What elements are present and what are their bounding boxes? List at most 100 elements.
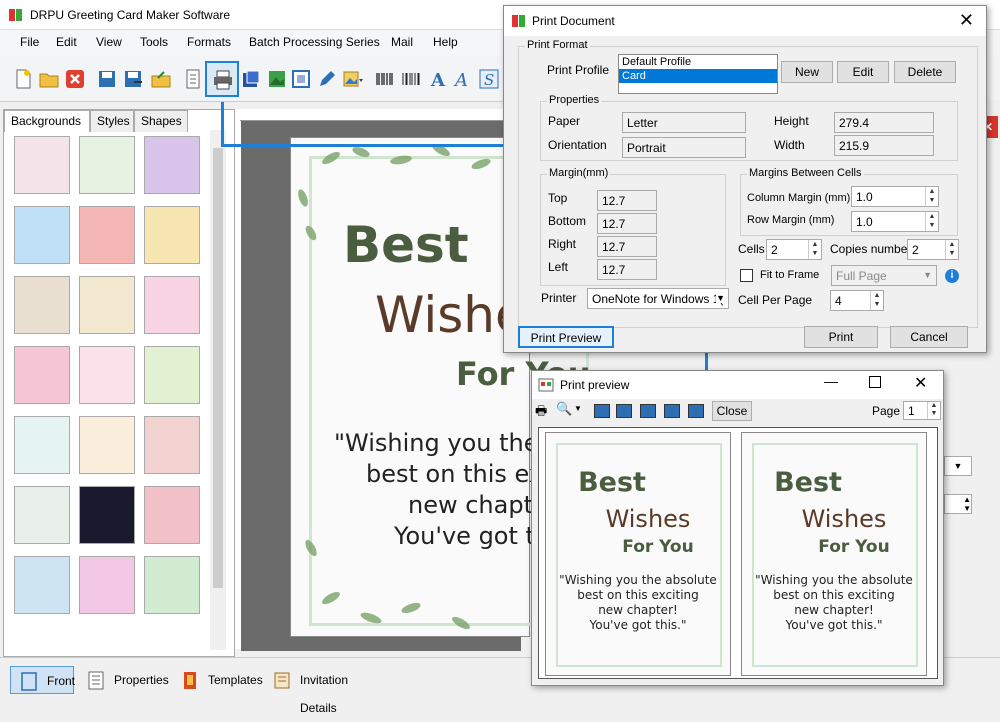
- spinner-arrows-icon[interactable]: ▲ ▼: [925, 212, 938, 231]
- tab-front[interactable]: Front: [10, 666, 75, 694]
- menu-help[interactable]: Help: [433, 35, 458, 49]
- save-icon[interactable]: [96, 68, 118, 90]
- info-icon[interactable]: i: [945, 269, 959, 283]
- background-thumbnail[interactable]: [14, 556, 70, 614]
- menu-mail[interactable]: Mail: [391, 35, 413, 49]
- background-thumbnail[interactable]: [79, 556, 135, 614]
- background-thumbnail[interactable]: [79, 346, 135, 404]
- spinner-arrows-icon[interactable]: ▲ ▼: [808, 240, 821, 259]
- menu-batch-processing[interactable]: Batch Processing Series: [249, 35, 380, 49]
- top-margin-field[interactable]: 12.7: [597, 190, 657, 211]
- tab-backgrounds[interactable]: Backgrounds: [4, 110, 90, 132]
- picture-frame-icon[interactable]: [290, 68, 312, 90]
- background-thumbnail[interactable]: [144, 346, 200, 404]
- background-thumbnail[interactable]: [79, 136, 135, 194]
- close-icon[interactable]: ✕: [914, 373, 927, 393]
- tab-shapes[interactable]: Shapes: [134, 110, 188, 132]
- menu-file[interactable]: File: [20, 35, 39, 49]
- pen-icon[interactable]: [316, 68, 338, 90]
- chevron-down-icon[interactable]: ▼: [574, 404, 582, 413]
- profile-item[interactable]: Default Profile: [619, 55, 777, 69]
- close-icon[interactable]: ✕: [959, 10, 974, 31]
- tab-invitation-details[interactable]: Invitation Details: [264, 666, 388, 715]
- close-icon[interactable]: [64, 68, 86, 90]
- copies-number-spinner[interactable]: 2 ▲ ▼: [907, 239, 959, 260]
- tab-styles[interactable]: Styles: [90, 110, 134, 132]
- bottom-margin-field[interactable]: 12.7: [597, 213, 657, 234]
- orientation-field[interactable]: Portrait: [622, 137, 746, 158]
- cancel-button[interactable]: Cancel: [890, 326, 968, 348]
- print-button[interactable]: Print: [804, 326, 878, 348]
- edit-profile-button[interactable]: Edit: [837, 61, 889, 83]
- left-margin-field[interactable]: 12.7: [597, 259, 657, 280]
- background-thumbnail[interactable]: [144, 556, 200, 614]
- export-icon[interactable]: [150, 68, 172, 90]
- background-thumbnail[interactable]: [144, 486, 200, 544]
- spinner-arrows-icon[interactable]: ▲ ▼: [927, 402, 940, 419]
- background-thumbnail[interactable]: [14, 486, 70, 544]
- background-thumbnail[interactable]: [144, 206, 200, 264]
- preview-close-button[interactable]: Close: [712, 401, 752, 421]
- fit-to-frame-checkbox[interactable]: [740, 269, 753, 282]
- background-thumbnail[interactable]: [144, 416, 200, 474]
- minimize-icon[interactable]: —: [824, 373, 838, 389]
- new-profile-button[interactable]: New: [781, 61, 833, 83]
- tab-properties[interactable]: Properties: [78, 666, 170, 694]
- image-icon[interactable]: [266, 68, 288, 90]
- delete-profile-button[interactable]: Delete: [894, 61, 956, 83]
- batch-print-icon[interactable]: [240, 68, 262, 90]
- background-thumbnail[interactable]: [144, 276, 200, 334]
- left-panel-scrollbar[interactable]: [210, 130, 226, 650]
- four-pages-icon[interactable]: [664, 404, 680, 418]
- row-margin-spinner[interactable]: 1.0 ▲ ▼: [851, 211, 939, 232]
- profile-item-selected[interactable]: Card: [619, 69, 777, 83]
- background-thumbnail[interactable]: [14, 276, 70, 334]
- full-page-select[interactable]: Full Page ▼: [831, 265, 937, 286]
- chevron-down-icon[interactable]: ▼: [944, 456, 972, 476]
- background-thumbnail[interactable]: [144, 136, 200, 194]
- page-spinner[interactable]: 1 ▲ ▼: [903, 401, 941, 420]
- spinner-icon[interactable]: ▲ ▼: [944, 494, 972, 514]
- one-page-icon[interactable]: [594, 404, 610, 418]
- background-thumbnail[interactable]: [14, 136, 70, 194]
- width-field[interactable]: 215.9: [834, 135, 934, 156]
- barcode-icon[interactable]: [374, 68, 396, 90]
- save-as-icon[interactable]: [122, 68, 144, 90]
- print-icon[interactable]: 🖶: [535, 402, 547, 424]
- menu-view[interactable]: View: [96, 35, 122, 49]
- spinner-arrows-icon[interactable]: ▲ ▼: [945, 240, 958, 259]
- printer-select[interactable]: OneNote for Windows 1(▼: [587, 288, 729, 309]
- background-thumbnail[interactable]: [14, 416, 70, 474]
- background-thumbnail[interactable]: [79, 206, 135, 264]
- maximize-icon[interactable]: [869, 376, 881, 388]
- menu-edit[interactable]: Edit: [56, 35, 77, 49]
- tab-templates[interactable]: Templates: [172, 666, 263, 694]
- word-art-icon[interactable]: A: [452, 68, 474, 90]
- open-folder-icon[interactable]: [38, 68, 60, 90]
- three-pages-icon[interactable]: [640, 404, 656, 418]
- menu-tools[interactable]: Tools: [140, 35, 168, 49]
- print-profile-list[interactable]: Default Profile Card: [618, 54, 778, 94]
- six-pages-icon[interactable]: [688, 404, 704, 418]
- spinner-arrows-icon[interactable]: ▲ ▼: [870, 291, 883, 310]
- paper-field[interactable]: Letter: [622, 112, 746, 133]
- zoom-icon[interactable]: 🔍: [556, 401, 572, 417]
- spinner-arrows-icon[interactable]: ▲ ▼: [925, 187, 938, 206]
- barcode-2-icon[interactable]: [400, 68, 422, 90]
- text-icon[interactable]: A: [426, 68, 448, 90]
- properties-icon[interactable]: [182, 68, 204, 90]
- menu-formats[interactable]: Formats: [187, 35, 231, 49]
- column-margin-spinner[interactable]: 1.0 ▲ ▼: [851, 186, 939, 207]
- new-file-icon[interactable]: [12, 68, 34, 90]
- background-thumbnail[interactable]: [14, 206, 70, 264]
- scrollbar-thumb[interactable]: [213, 148, 223, 588]
- background-thumbnail[interactable]: [79, 486, 135, 544]
- cell-per-page-spinner[interactable]: 4 ▲ ▼: [830, 290, 884, 311]
- background-thumbnail[interactable]: [79, 416, 135, 474]
- cells-spinner[interactable]: 2 ▲ ▼: [766, 239, 822, 260]
- background-thumbnail[interactable]: [79, 276, 135, 334]
- signature-icon[interactable]: S: [478, 68, 500, 90]
- background-thumbnail[interactable]: [14, 346, 70, 404]
- right-margin-field[interactable]: 12.7: [597, 236, 657, 257]
- height-field[interactable]: 279.4: [834, 112, 934, 133]
